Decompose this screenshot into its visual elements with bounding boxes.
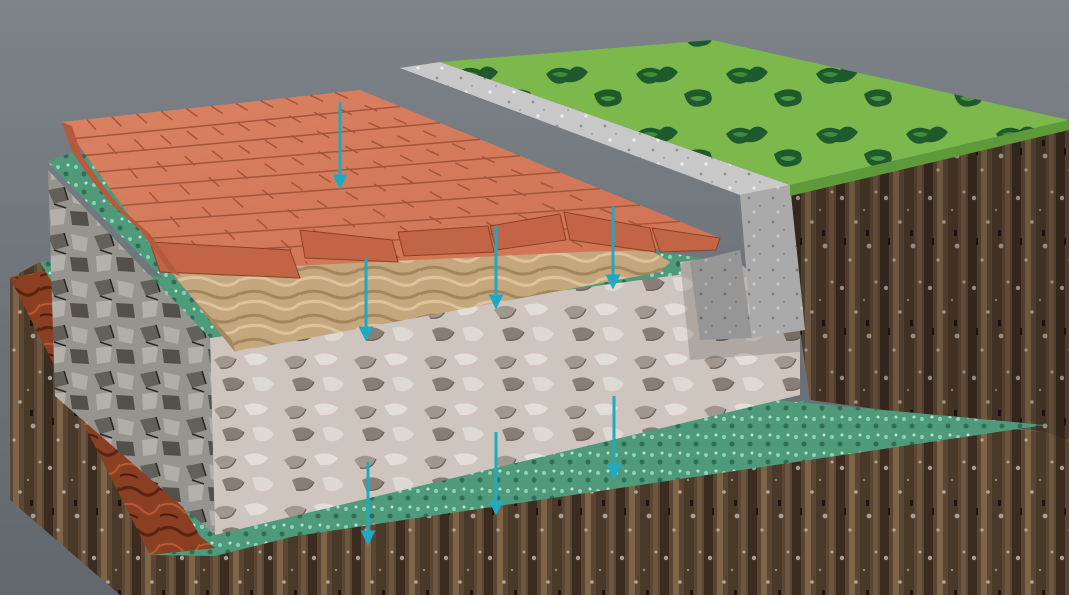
paving-cross-section-diagram — [10, 40, 1069, 595]
